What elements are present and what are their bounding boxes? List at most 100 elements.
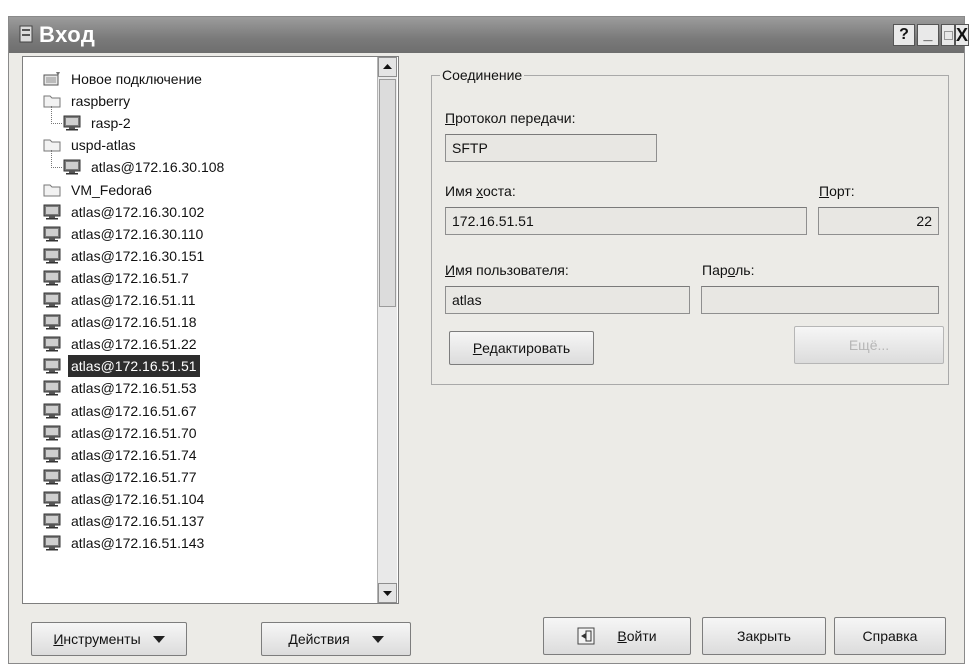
close-button[interactable]: Закрыть	[702, 617, 826, 655]
tree-item-label: atlas@172.16.51.22	[71, 336, 197, 353]
tree-item-label: atlas@172.16.51.67	[71, 402, 197, 419]
username-input[interactable]: atlas	[445, 286, 690, 314]
tree-item-label: atlas@172.16.51.77	[71, 468, 197, 485]
tree-item[interactable]: VM_Fedora6	[43, 179, 373, 201]
tree-connector	[51, 150, 62, 169]
maximize-icon	[943, 30, 953, 40]
actions-button[interactable]: Действия	[261, 622, 411, 656]
tree-item[interactable]: atlas@172.16.51.7	[43, 267, 373, 289]
app-icon	[19, 25, 33, 43]
port-label: Порт:	[819, 183, 855, 199]
maximize-button	[941, 24, 955, 46]
computer-icon	[43, 314, 61, 330]
tree-item[interactable]: uspd-atlas	[43, 134, 373, 156]
computer-icon	[43, 336, 61, 352]
tree-item[interactable]: atlas@172.16.30.108	[63, 156, 373, 178]
tree-item-label: atlas@172.16.51.104	[71, 490, 205, 507]
tree-item[interactable]: atlas@172.16.51.70	[43, 422, 373, 444]
tree-item[interactable]: atlas@172.16.51.143	[43, 532, 373, 554]
tree-item-label: atlas@172.16.51.70	[71, 424, 197, 441]
dropdown-arrow-icon	[371, 635, 384, 643]
tree-item[interactable]: atlas@172.16.51.22	[43, 333, 373, 355]
protocol-label: Протокол передачи:	[445, 110, 576, 126]
host-label: Имя хоста:	[445, 183, 516, 199]
new-connection-icon	[43, 71, 61, 87]
tree-item[interactable]: atlas@172.16.51.137	[43, 510, 373, 532]
computer-icon	[63, 159, 81, 175]
computer-icon	[43, 292, 61, 308]
tree-item-label: atlas@172.16.30.110	[71, 225, 204, 242]
tree-item[interactable]: atlas@172.16.51.53	[43, 377, 373, 399]
tree-item-label: VM_Fedora6	[71, 181, 152, 198]
more-button: Ещё...	[794, 326, 944, 364]
tree-item[interactable]: atlas@172.16.30.151	[43, 245, 373, 267]
host-input[interactable]: 172.16.51.51	[445, 207, 807, 235]
login-button[interactable]: Войти	[543, 617, 691, 655]
computer-icon	[43, 248, 61, 264]
dropdown-arrow-icon	[152, 635, 165, 643]
tree-item[interactable]: atlas@172.16.51.74	[43, 444, 373, 466]
computer-icon	[43, 469, 61, 485]
computer-icon	[43, 447, 61, 463]
edit-button[interactable]: Редактировать	[449, 331, 594, 365]
computer-icon	[43, 204, 61, 220]
login-icon	[577, 627, 595, 645]
password-label: Пароль:	[702, 262, 755, 278]
tree-item[interactable]: atlas@172.16.30.102	[43, 201, 373, 223]
scroll-down-button[interactable]	[378, 583, 397, 603]
tree-item-label: atlas@172.16.30.151	[71, 247, 205, 264]
username-label: Имя пользователя:	[445, 262, 569, 278]
tree-item-label: atlas@172.16.51.53	[71, 380, 197, 397]
tree-item-label: atlas@172.16.51.7	[71, 269, 189, 286]
computer-icon	[63, 115, 81, 131]
protocol-select[interactable]: SFTP	[445, 134, 657, 162]
tree-item-label: atlas@172.16.51.18	[71, 314, 197, 331]
help-title-button[interactable]: ?	[893, 24, 915, 46]
title-bar[interactable]: Вход ? _ X	[9, 17, 969, 53]
tree-item[interactable]: atlas@172.16.51.11	[43, 289, 373, 311]
tree-item[interactable]: atlas@172.16.51.67	[43, 400, 373, 422]
computer-icon	[43, 358, 61, 374]
tree-item-label: Новое подключение	[71, 71, 202, 87]
help-button[interactable]: Справка	[834, 617, 946, 655]
computer-icon	[43, 380, 61, 396]
tree-item[interactable]: atlas@172.16.51.104	[43, 488, 373, 510]
tree-connector	[51, 106, 62, 125]
tree-item-label: atlas@172.16.51.51	[68, 355, 200, 378]
scroll-thumb[interactable]	[379, 79, 396, 307]
tree-item-label: raspberry	[71, 93, 131, 110]
folder-icon	[43, 182, 61, 198]
tree-item[interactable]: Новое подключение	[43, 68, 373, 90]
port-input[interactable]: 22	[818, 207, 939, 235]
tree-scrollbar[interactable]	[377, 57, 397, 603]
tree-item-label: atlas@172.16.30.102	[71, 203, 205, 220]
computer-icon	[43, 425, 61, 441]
tree-item[interactable]: raspberry	[43, 90, 373, 112]
arrow-up-icon	[383, 64, 392, 69]
computer-icon	[43, 403, 61, 419]
tree-item-label: atlas@172.16.51.137	[71, 513, 205, 529]
computer-icon	[43, 270, 61, 286]
tree-item-label: uspd-atlas	[71, 137, 136, 154]
tree-item[interactable]: atlas@172.16.30.110	[43, 223, 373, 245]
computer-icon	[43, 226, 61, 242]
tree-item[interactable]: atlas@172.16.51.18	[43, 311, 373, 333]
minimize-button[interactable]: _	[917, 24, 939, 46]
arrow-down-icon	[383, 591, 392, 596]
tree-item-label: atlas@172.16.51.143	[71, 535, 205, 552]
tools-button[interactable]: Инструменты	[31, 622, 187, 656]
tree-item[interactable]: atlas@172.16.51.51	[43, 355, 373, 378]
computer-icon	[43, 535, 61, 551]
tree-item[interactable]: rasp-2	[63, 112, 373, 134]
tree-item-label: atlas@172.16.30.108	[91, 159, 225, 176]
tree-item-label: rasp-2	[91, 115, 131, 132]
session-tree[interactable]: Новое подключение raspberry rasp-2 uspd-atl…	[22, 56, 399, 604]
window-title: Вход	[39, 22, 96, 47]
password-input[interactable]	[701, 286, 939, 314]
tree-item[interactable]: atlas@172.16.51.77	[43, 466, 373, 488]
computer-icon	[43, 491, 61, 507]
scroll-up-button[interactable]	[378, 57, 397, 77]
tree-item-label: atlas@172.16.51.74	[71, 446, 197, 463]
close-title-button[interactable]: X	[955, 24, 969, 46]
computer-icon	[43, 513, 61, 529]
